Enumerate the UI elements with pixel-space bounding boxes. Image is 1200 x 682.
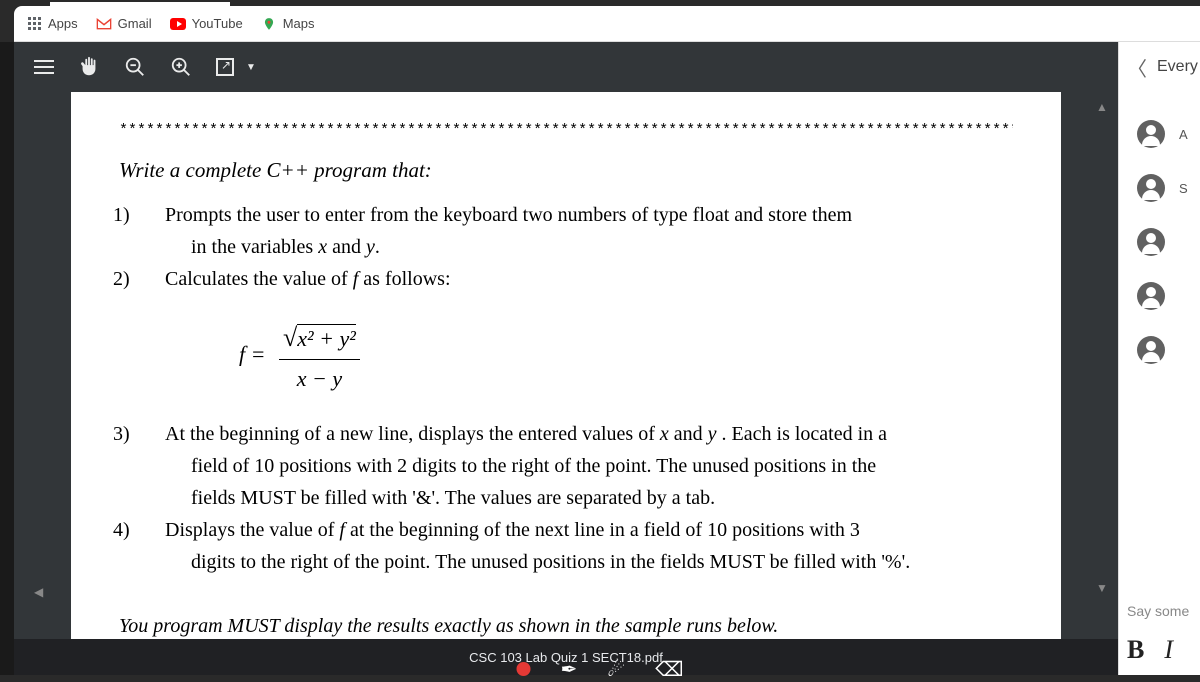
- bookmark-label: Apps: [48, 16, 78, 31]
- toolbar-more-dropdown[interactable]: ▼: [246, 62, 256, 73]
- chat-footer: Say some B I: [1119, 593, 1200, 675]
- zoom-in-button[interactable]: [170, 56, 192, 78]
- format-buttons: B I: [1127, 635, 1192, 665]
- list-item: 2)Calculates the value of f as follows:: [139, 264, 1013, 294]
- participant-item[interactable]: A: [1137, 120, 1200, 148]
- participant-item[interactable]: [1137, 282, 1200, 310]
- record-icon[interactable]: [517, 662, 531, 676]
- chat-header[interactable]: 〈 Every: [1119, 42, 1200, 92]
- pdf-page: ****************************************…: [71, 92, 1061, 639]
- participant-item[interactable]: [1137, 228, 1200, 256]
- highlighter-tool-icon[interactable]: ☄: [607, 657, 625, 682]
- bookmark-maps[interactable]: Maps: [261, 16, 315, 32]
- pdf-viewer: ▼ ▲ ▼ ◀ ▶ ******************************…: [14, 42, 1118, 675]
- chat-input-placeholder[interactable]: Say some: [1127, 603, 1192, 619]
- italic-button[interactable]: I: [1164, 635, 1173, 665]
- scroll-left-indicator[interactable]: ◀: [34, 585, 43, 599]
- doc-title: Write a complete C++ program that:: [119, 155, 1013, 187]
- bookmark-label: Gmail: [118, 16, 152, 31]
- participant-item[interactable]: S: [1137, 174, 1200, 202]
- list-item: 1)Prompts the user to enter from the key…: [139, 200, 1013, 230]
- gmail-icon: [96, 16, 112, 32]
- menu-button[interactable]: [34, 60, 54, 74]
- avatar-icon: [1137, 120, 1165, 148]
- chevron-left-icon: 〈: [1127, 53, 1147, 82]
- youtube-icon: [170, 16, 186, 32]
- zoom-in-icon: [170, 56, 192, 78]
- zoom-out-button[interactable]: [124, 56, 146, 78]
- chat-header-label: Every: [1157, 58, 1198, 76]
- eraser-tool-icon[interactable]: ⌫: [655, 657, 683, 682]
- list-item: 3)At the beginning of a new line, displa…: [139, 419, 1013, 449]
- pen-tool-icon[interactable]: ✒: [561, 657, 578, 682]
- maps-icon: [261, 16, 277, 32]
- scroll-down-indicator[interactable]: ▼: [1096, 581, 1110, 595]
- bookmark-apps[interactable]: Apps: [26, 16, 78, 32]
- zoom-out-icon: [124, 56, 146, 78]
- pan-tool-button[interactable]: [78, 56, 100, 78]
- bookmark-youtube[interactable]: YouTube: [170, 16, 243, 32]
- bold-button[interactable]: B: [1127, 635, 1144, 665]
- pdf-toolbar: ▼: [14, 42, 1118, 92]
- hand-icon: [78, 56, 100, 78]
- fit-page-icon: [216, 58, 234, 76]
- doc-footer-note: You program MUST display the results exa…: [119, 611, 1013, 639]
- bookmark-label: YouTube: [192, 16, 243, 31]
- browser-tab-fragment: [50, 2, 230, 16]
- scroll-up-indicator[interactable]: ▲: [1096, 100, 1110, 114]
- participant-list: A S: [1119, 92, 1200, 593]
- bookmark-gmail[interactable]: Gmail: [96, 16, 152, 32]
- list-item: 4)Displays the value of f at the beginni…: [139, 515, 1013, 545]
- stars-divider: ****************************************…: [119, 120, 1013, 143]
- bottom-tools-bar: ✒ ☄ ⌫: [517, 657, 684, 681]
- avatar-icon: [1137, 282, 1165, 310]
- participant-item[interactable]: [1137, 336, 1200, 364]
- formula: f = √x² + y² x − y: [239, 318, 1013, 395]
- chat-panel: 〈 Every A S Say some B: [1118, 42, 1200, 675]
- window-left-edge: [0, 42, 14, 675]
- bookmark-label: Maps: [283, 16, 315, 31]
- apps-icon: [26, 16, 42, 32]
- fit-page-button[interactable]: [216, 58, 234, 76]
- avatar-icon: [1137, 174, 1165, 202]
- avatar-icon: [1137, 228, 1165, 256]
- avatar-icon: [1137, 336, 1165, 364]
- hamburger-icon: [34, 60, 54, 74]
